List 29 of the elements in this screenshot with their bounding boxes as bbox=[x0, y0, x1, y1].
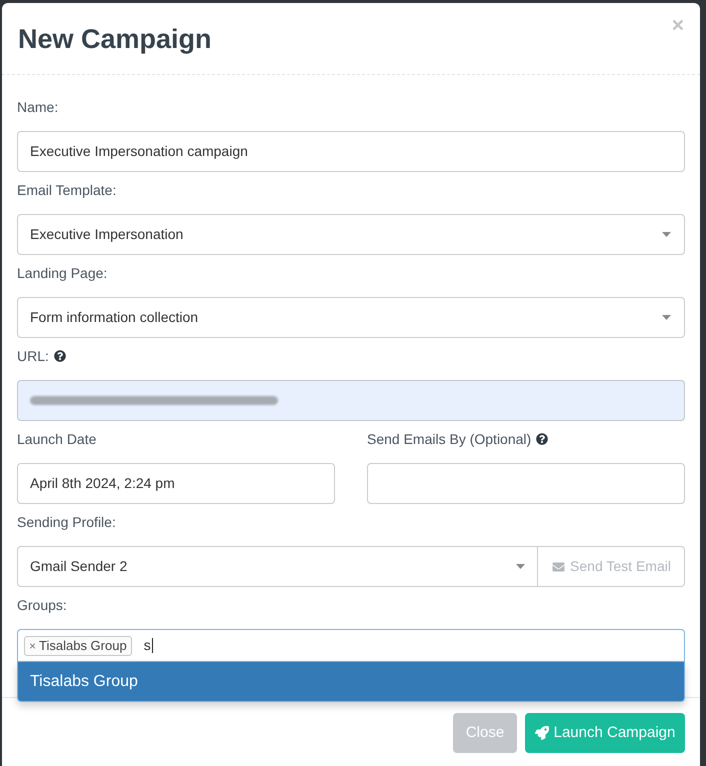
field-label: Email Template: bbox=[17, 181, 116, 200]
url-field[interactable] bbox=[17, 380, 685, 421]
help-icon[interactable] bbox=[536, 433, 548, 445]
select-field[interactable]: Form information collection bbox=[17, 297, 685, 338]
field-label: Groups: bbox=[17, 596, 67, 615]
text-field[interactable] bbox=[367, 463, 685, 504]
select-field[interactable]: Executive Impersonation bbox=[17, 214, 685, 255]
envelope-icon bbox=[551, 560, 566, 572]
rocket-icon bbox=[534, 726, 549, 740]
text-field[interactable]: Executive Impersonation campaign bbox=[17, 131, 685, 172]
field-label: Sending Profile: bbox=[17, 513, 116, 532]
field-label: Landing Page: bbox=[17, 264, 108, 283]
field-label: Launch Date bbox=[17, 430, 96, 449]
field-label: URL: bbox=[17, 347, 49, 366]
dialog-title: New Campaign bbox=[18, 22, 212, 56]
text-cursor-icon bbox=[152, 638, 153, 653]
dropdown-option[interactable]: Tisalabs Group bbox=[18, 662, 684, 701]
field-label: Send Emails By (Optional) bbox=[367, 430, 532, 449]
field-label: Name: bbox=[17, 98, 58, 117]
help-icon[interactable] bbox=[54, 350, 66, 362]
groups-field[interactable]: × Tisalabs Group s bbox=[17, 629, 685, 662]
text-field[interactable]: April 8th 2024, 2:24 pm bbox=[17, 463, 335, 504]
caret-down-icon bbox=[516, 564, 525, 569]
tag-remove-button[interactable]: × bbox=[29, 636, 36, 654]
caret-down-icon bbox=[662, 232, 671, 237]
caret-down-icon bbox=[662, 315, 671, 320]
select-field[interactable]: Gmail Sender 2 bbox=[17, 546, 538, 587]
tag-label: Tisalabs Group bbox=[39, 636, 127, 655]
typed-text: s bbox=[144, 636, 151, 655]
